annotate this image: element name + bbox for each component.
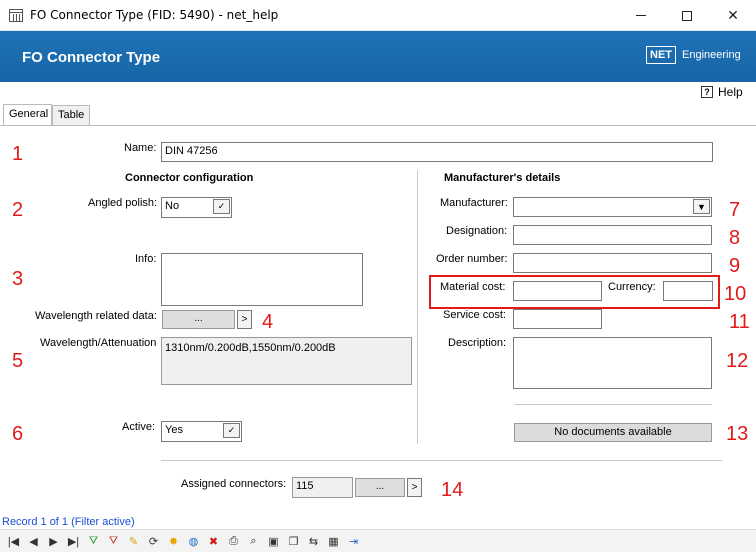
print-icon[interactable]: ⎙: [224, 532, 243, 550]
service-cost-field[interactable]: [513, 309, 602, 329]
wavelength-related-button[interactable]: ...: [162, 310, 235, 329]
maximize-icon: [682, 10, 692, 21]
assigned-connectors-label: Assigned connectors:: [181, 478, 287, 490]
name-label: Name:: [124, 142, 157, 154]
assigned-connectors-arrow-button[interactable]: >: [407, 478, 422, 497]
select-icon[interactable]: ▣: [264, 532, 283, 550]
help-link[interactable]: ? Help: [701, 85, 743, 99]
tab-general[interactable]: General: [3, 104, 52, 126]
form-title: FO Connector Type: [22, 49, 161, 66]
annotation-5: 5: [12, 350, 24, 372]
help-label: Help: [718, 85, 743, 99]
minimize-icon: [636, 15, 646, 16]
currency-label: Currency:: [608, 281, 656, 293]
active-check-icon[interactable]: ✓: [223, 423, 240, 438]
annotation-9: 9: [729, 255, 741, 277]
wavelength-attenuation-label: Wavelength/Attenuation: [40, 337, 157, 349]
prev-record-icon[interactable]: ◀: [24, 532, 43, 550]
manufacturer-heading: Manufacturer's details: [444, 172, 561, 184]
info-textarea[interactable]: [161, 253, 363, 306]
order-number-label: Order number:: [436, 253, 508, 265]
material-cost-field[interactable]: [513, 281, 602, 301]
angled-polish-value: No: [165, 200, 180, 212]
annotation-13: 13: [726, 423, 749, 445]
wavelength-related-arrow-button[interactable]: >: [237, 310, 252, 329]
annotation-7: 7: [729, 199, 741, 221]
exit-icon[interactable]: ⇥: [344, 532, 363, 550]
angled-polish-label: Angled polish:: [88, 197, 158, 209]
assigned-connectors-field: 115: [292, 477, 353, 498]
wavelength-attenuation-field: 1310nm/0.200dB,1550nm/0.200dB: [161, 337, 412, 385]
active-value: Yes: [165, 424, 183, 436]
designation-label: Designation:: [446, 225, 508, 237]
record-status: Record 1 of 1 (Filter active): [2, 516, 135, 528]
close-button[interactable]: ✕: [710, 0, 756, 31]
name-field[interactable]: DIN 47256: [161, 142, 713, 162]
record-toolbar: |◀ ◀ ▶ ▶| ⛛ ⛛ ✎ ⟳ ✸ ◍ ✖ ⎙ ⌕ ▣ ❐ ⇆ ▦ ⇥: [0, 529, 756, 552]
annotation-10: 10: [724, 283, 747, 305]
remove-filter-icon[interactable]: ⛛: [104, 532, 123, 550]
last-record-icon[interactable]: ▶|: [64, 532, 83, 550]
refresh-icon[interactable]: ⟳: [144, 532, 163, 550]
minimize-button[interactable]: [618, 0, 664, 31]
table-icon[interactable]: ▦: [324, 532, 343, 550]
first-record-icon[interactable]: |◀: [4, 532, 23, 550]
delete-icon[interactable]: ✖: [204, 532, 223, 550]
service-cost-label: Service cost:: [443, 309, 506, 321]
angled-polish-check-icon[interactable]: ✓: [213, 199, 230, 214]
description-textarea[interactable]: [513, 337, 712, 389]
angled-polish-select[interactable]: No ✓: [161, 197, 232, 218]
add-filter-icon[interactable]: ⛛: [84, 532, 103, 550]
help-icon: ?: [701, 86, 713, 98]
currency-field[interactable]: [663, 281, 713, 301]
order-number-field[interactable]: [513, 253, 712, 273]
annotation-11: 11: [729, 311, 750, 333]
description-label: Description:: [448, 337, 507, 349]
annotation-1: 1: [12, 143, 24, 165]
window-title: FO Connector Type (FID: 5490) - net_help: [30, 8, 279, 22]
next-record-icon[interactable]: ▶: [44, 532, 63, 550]
section-divider: [417, 170, 418, 444]
annotation-8: 8: [729, 227, 741, 249]
web-icon[interactable]: ◍: [184, 532, 203, 550]
annotation-2: 2: [12, 199, 24, 221]
wavelength-related-label: Wavelength related data:: [35, 310, 157, 322]
annotation-3: 3: [12, 268, 24, 290]
documents-separator: [514, 404, 712, 405]
annotation-6: 6: [12, 423, 24, 445]
assigned-connectors-button[interactable]: ...: [355, 478, 405, 497]
assigned-separator: [161, 460, 722, 461]
annotation-14: 14: [441, 479, 464, 501]
manufacturer-label: Manufacturer:: [440, 197, 508, 209]
tab-table[interactable]: Table: [52, 105, 90, 125]
copy-icon[interactable]: ❐: [284, 532, 303, 550]
logo-box: NET: [646, 46, 676, 64]
net-engineering-logo: NET Engineering: [646, 46, 741, 64]
window-titlebar: FO Connector Type (FID: 5490) - net_help…: [0, 0, 756, 31]
info-label: Info:: [135, 253, 157, 265]
active-select[interactable]: Yes ✓: [161, 421, 242, 442]
chevron-down-icon[interactable]: ▼: [693, 199, 710, 214]
search-icon[interactable]: ⌕: [244, 532, 263, 550]
active-label: Active:: [122, 421, 156, 433]
material-cost-label: Material cost:: [440, 281, 506, 293]
designation-field[interactable]: [513, 225, 712, 245]
maximize-button[interactable]: [664, 0, 710, 31]
manufacturer-select[interactable]: ▼: [513, 197, 712, 217]
annotation-4: 4: [262, 311, 274, 333]
form-header: FO Connector Type NET Engineering: [0, 31, 756, 82]
documents-button[interactable]: No documents available: [514, 423, 712, 442]
annotation-12: 12: [726, 350, 749, 372]
edit-icon[interactable]: ✎: [124, 532, 143, 550]
app-icon: [9, 9, 23, 22]
new-icon[interactable]: ✸: [164, 532, 183, 550]
link-icon[interactable]: ⇆: [304, 532, 323, 550]
tab-divider: [0, 125, 756, 126]
logo-text: Engineering: [682, 49, 741, 61]
connector-config-heading: Connector configuration: [125, 172, 254, 184]
